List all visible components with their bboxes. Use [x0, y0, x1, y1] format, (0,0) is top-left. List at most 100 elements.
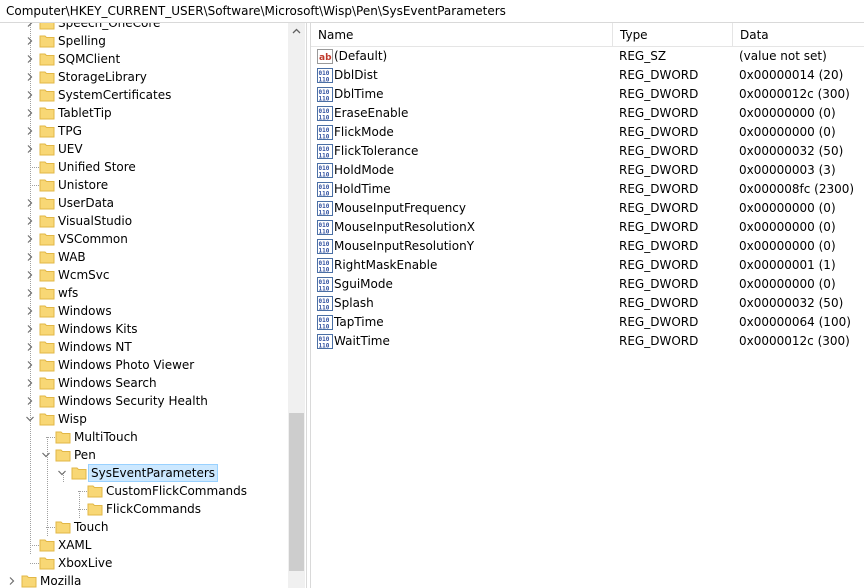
value-row[interactable]: 010 110 FlickMode REG_DWORD 0x00000000 (0): [311, 123, 864, 142]
value-row[interactable]: 010 110 MouseInputResolutionX REG_DWORD 0x00…: [311, 218, 864, 237]
column-header-name[interactable]: Name: [311, 23, 613, 47]
tree-item[interactable]: CustomFlickCommands: [0, 482, 288, 500]
tree-item[interactable]: Touch: [0, 518, 288, 536]
value-row[interactable]: 010 110 WaitTime REG_DWORD 0x0000012c (300): [311, 332, 864, 351]
value-row[interactable]: 010 110 DblTime REG_DWORD 0x0000012c (300): [311, 85, 864, 104]
value-type: REG_DWORD: [619, 220, 699, 234]
value-data: 0x000008fc (2300): [739, 182, 855, 196]
tree-item-label: SystemCertificates: [58, 88, 172, 102]
value-type: REG_DWORD: [619, 106, 699, 120]
chevron-right-icon[interactable]: [25, 108, 35, 118]
tree-item[interactable]: Windows Photo Viewer: [0, 356, 288, 374]
chevron-right-icon[interactable]: [25, 252, 35, 262]
values-list[interactable]: Name Type Data ab (Default) REG_SZ (value n…: [311, 23, 864, 588]
folder-icon: [39, 411, 55, 427]
chevron-right-icon[interactable]: [25, 36, 35, 46]
chevron-right-icon[interactable]: [25, 360, 35, 370]
chevron-right-icon[interactable]: [25, 198, 35, 208]
tree-item[interactable]: MultiTouch: [0, 428, 288, 446]
svg-text:110: 110: [319, 172, 330, 179]
tree-item[interactable]: Windows Security Health: [0, 392, 288, 410]
tree-item[interactable]: WcmSvc: [0, 266, 288, 284]
chevron-right-icon[interactable]: [25, 270, 35, 280]
tree-item[interactable]: Unistore: [0, 176, 288, 194]
tree-item[interactable]: UEV: [0, 140, 288, 158]
chevron-right-icon[interactable]: [7, 576, 17, 586]
value-row[interactable]: 010 110 RightMaskEnable REG_DWORD 0x00000001…: [311, 256, 864, 275]
value-row[interactable]: 010 110 FlickTolerance REG_DWORD 0x00000032 …: [311, 142, 864, 161]
string-value-icon: ab: [317, 49, 333, 64]
tree-item[interactable]: Spelling: [0, 32, 288, 50]
value-row[interactable]: 010 110 Splash REG_DWORD 0x00000032 (50): [311, 294, 864, 313]
tree-item-label: Speech_OneCore: [58, 23, 161, 30]
tree-scrollbar[interactable]: [288, 23, 305, 588]
tree-item[interactable]: VisualStudio: [0, 212, 288, 230]
tree-item[interactable]: XboxLive: [0, 554, 288, 572]
binary-value-icon: 010 110: [317, 239, 333, 255]
tree-item[interactable]: UserData: [0, 194, 288, 212]
chevron-down-icon[interactable]: [57, 468, 67, 478]
chevron-right-icon[interactable]: [25, 342, 35, 352]
scroll-thumb[interactable]: [289, 413, 304, 571]
column-header-data[interactable]: Data: [733, 23, 864, 47]
tree-item[interactable]: wfs: [0, 284, 288, 302]
tree-item[interactable]: WAB: [0, 248, 288, 266]
address-bar[interactable]: Computer\HKEY_CURRENT_USER\Software\Micr…: [0, 0, 864, 23]
chevron-right-icon[interactable]: [25, 54, 35, 64]
chevron-down-icon[interactable]: [41, 450, 51, 460]
value-name: TapTime: [334, 315, 384, 329]
tree-item[interactable]: Windows Kits: [0, 320, 288, 338]
value-type: REG_DWORD: [619, 258, 699, 272]
tree-item[interactable]: Unified Store: [0, 158, 288, 176]
chevron-right-icon[interactable]: [25, 378, 35, 388]
column-header-type[interactable]: Type: [613, 23, 733, 47]
value-row[interactable]: 010 110 TapTime REG_DWORD 0x00000064 (100): [311, 313, 864, 332]
svg-text:110: 110: [319, 96, 330, 103]
tree-item[interactable]: Windows: [0, 302, 288, 320]
value-row[interactable]: ab (Default) REG_SZ (value not set): [311, 47, 864, 66]
chevron-right-icon[interactable]: [25, 72, 35, 82]
value-row[interactable]: 010 110 MouseInputResolutionY REG_DWORD 0x00…: [311, 237, 864, 256]
value-row[interactable]: 010 110 DblDist REG_DWORD 0x00000014 (20): [311, 66, 864, 85]
chevron-right-icon[interactable]: [25, 216, 35, 226]
chevron-right-icon[interactable]: [25, 234, 35, 244]
svg-text:110: 110: [319, 115, 330, 122]
value-row[interactable]: 010 110 SguiMode REG_DWORD 0x00000000 (0): [311, 275, 864, 294]
tree-item[interactable]: SysEventParameters: [0, 464, 288, 482]
chevron-right-icon[interactable]: [25, 126, 35, 136]
svg-text:110: 110: [319, 77, 330, 84]
value-type: REG_DWORD: [619, 239, 699, 253]
chevron-right-icon[interactable]: [25, 288, 35, 298]
chevron-right-icon[interactable]: [25, 23, 35, 28]
key-tree[interactable]: Speech_OneCore Spelling SQMClient StorageLi…: [0, 23, 306, 588]
chevron-down-icon[interactable]: [25, 414, 35, 424]
tree-item[interactable]: XAML: [0, 536, 288, 554]
value-row[interactable]: 010 110 HoldMode REG_DWORD 0x00000003 (3): [311, 161, 864, 180]
value-name: SguiMode: [334, 277, 393, 291]
tree-item[interactable]: Wisp: [0, 410, 288, 428]
chevron-right-icon[interactable]: [25, 144, 35, 154]
tree-item[interactable]: TPG: [0, 122, 288, 140]
tree-item[interactable]: TabletTip: [0, 104, 288, 122]
tree-item[interactable]: Windows NT: [0, 338, 288, 356]
tree-item[interactable]: FlickCommands: [0, 500, 288, 518]
list-header: Name Type Data: [311, 23, 864, 47]
tree-item[interactable]: VSCommon: [0, 230, 288, 248]
tree-item[interactable]: SQMClient: [0, 50, 288, 68]
tree-item[interactable]: Mozilla: [0, 572, 288, 588]
chevron-right-icon[interactable]: [25, 306, 35, 316]
chevron-right-icon[interactable]: [25, 90, 35, 100]
scroll-up-arrow-icon[interactable]: [288, 23, 305, 40]
chevron-right-icon[interactable]: [25, 324, 35, 334]
value-row[interactable]: 010 110 EraseEnable REG_DWORD 0x00000000 (0): [311, 104, 864, 123]
value-row[interactable]: 010 110 MouseInputFrequency REG_DWORD 0x0000…: [311, 199, 864, 218]
tree-item[interactable]: Speech_OneCore: [0, 23, 288, 32]
tree-item[interactable]: SystemCertificates: [0, 86, 288, 104]
chevron-right-icon[interactable]: [25, 396, 35, 406]
value-row[interactable]: 010 110 HoldTime REG_DWORD 0x000008fc (2300): [311, 180, 864, 199]
value-name: DblTime: [334, 87, 384, 101]
tree-item[interactable]: StorageLibrary: [0, 68, 288, 86]
tree-item[interactable]: Pen: [0, 446, 288, 464]
tree-item[interactable]: Windows Search: [0, 374, 288, 392]
folder-icon: [39, 267, 55, 283]
